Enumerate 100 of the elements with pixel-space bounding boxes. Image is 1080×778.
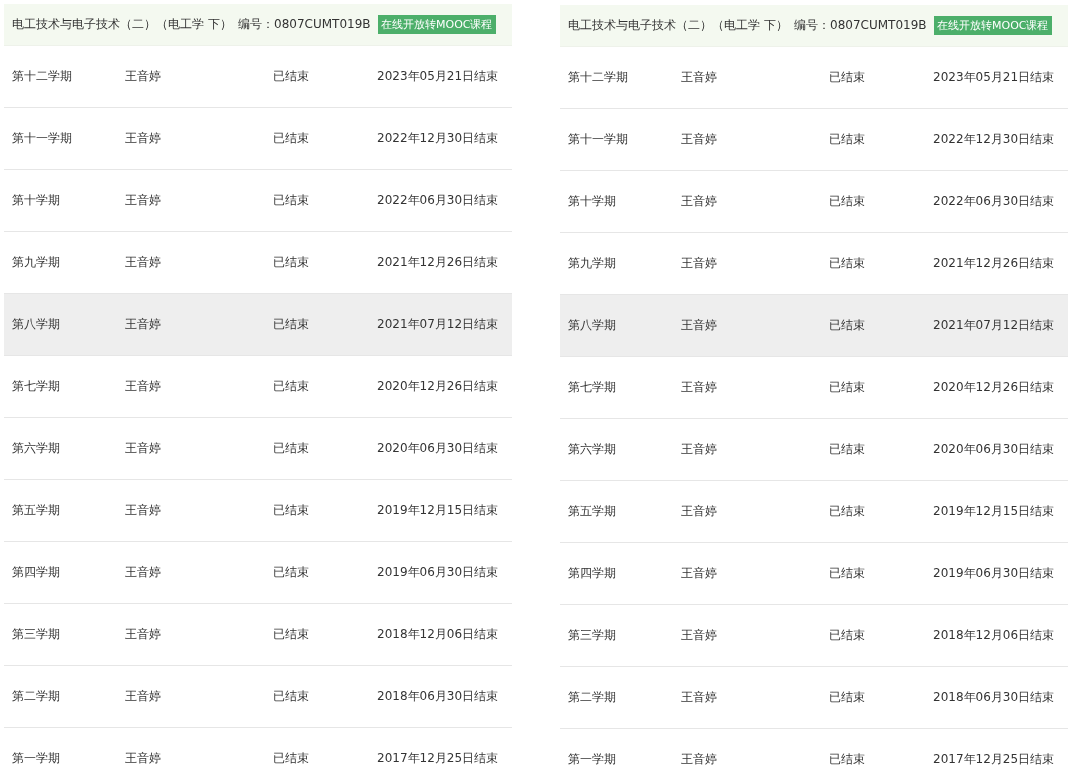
term-row[interactable]: 第六学期 王音婷 已结束 2020年06月30日结束 — [4, 418, 512, 480]
end-date: 2020年12月26日结束 — [933, 379, 1055, 396]
end-date: 2021年07月12日结束 — [377, 316, 499, 333]
term-name: 第十一学期 — [568, 131, 629, 148]
end-date: 2020年06月30日结束 — [377, 440, 499, 457]
term-name: 第十二学期 — [12, 68, 73, 85]
teacher-name: 王音婷 — [681, 69, 718, 86]
term-name: 第三学期 — [568, 627, 617, 644]
term-row[interactable]: 第三学期 王音婷 已结束 2018年12月06日结束 — [560, 605, 1068, 667]
term-status: 已结束 — [829, 193, 866, 210]
teacher-name: 王音婷 — [125, 440, 162, 457]
teacher-name: 王音婷 — [125, 68, 162, 85]
term-name: 第六学期 — [12, 440, 61, 457]
term-row[interactable]: 第二学期 王音婷 已结束 2018年06月30日结束 — [4, 666, 512, 728]
term-status: 已结束 — [829, 131, 866, 148]
teacher-name: 王音婷 — [681, 379, 718, 396]
term-name: 第七学期 — [12, 378, 61, 395]
term-row[interactable]: 第十学期 王音婷 已结束 2022年06月30日结束 — [4, 170, 512, 232]
term-name: 第四学期 — [12, 564, 61, 581]
end-date: 2022年12月30日结束 — [377, 130, 499, 147]
mooc-tag: 在线开放转MOOC课程 — [934, 16, 1052, 35]
term-name: 第一学期 — [12, 750, 61, 767]
term-row[interactable]: 第十一学期 王音婷 已结束 2022年12月30日结束 — [4, 108, 512, 170]
term-row[interactable]: 第四学期 王音婷 已结束 2019年06月30日结束 — [560, 543, 1068, 605]
teacher-name: 王音婷 — [125, 626, 162, 643]
term-row[interactable]: 第一学期 王音婷 已结束 2017年12月25日结束 — [4, 728, 512, 778]
teacher-name: 王音婷 — [681, 255, 718, 272]
teacher-name: 王音婷 — [125, 378, 162, 395]
term-row[interactable]: 第七学期 王音婷 已结束 2020年12月26日结束 — [560, 357, 1068, 419]
term-status: 已结束 — [829, 255, 866, 272]
term-status: 已结束 — [273, 688, 310, 705]
term-row[interactable]: 第十学期 王音婷 已结束 2022年06月30日结束 — [560, 171, 1068, 233]
term-name: 第八学期 — [12, 316, 61, 333]
term-row[interactable]: 第十二学期 王音婷 已结束 2023年05月21日结束 — [560, 47, 1068, 109]
teacher-name: 王音婷 — [681, 503, 718, 520]
mooc-tag: 在线开放转MOOC课程 — [378, 15, 496, 34]
teacher-name: 王音婷 — [125, 316, 162, 333]
teacher-name: 王音婷 — [681, 627, 718, 644]
teacher-name: 王音婷 — [125, 750, 162, 767]
term-row[interactable]: 第十二学期 王音婷 已结束 2023年05月21日结束 — [4, 46, 512, 108]
term-row[interactable]: 第一学期 王音婷 已结束 2017年12月25日结束 — [560, 729, 1068, 778]
teacher-name: 王音婷 — [681, 689, 718, 706]
term-row[interactable]: 第三学期 王音婷 已结束 2018年12月06日结束 — [4, 604, 512, 666]
term-name: 第十学期 — [12, 192, 61, 209]
end-date: 2023年05月21日结束 — [933, 69, 1055, 86]
term-name: 第七学期 — [568, 379, 617, 396]
term-name: 第十二学期 — [568, 69, 629, 86]
teacher-name: 王音婷 — [681, 131, 718, 148]
term-status: 已结束 — [273, 440, 310, 457]
term-row[interactable]: 第五学期 王音婷 已结束 2019年12月15日结束 — [4, 480, 512, 542]
term-status: 已结束 — [273, 626, 310, 643]
course-code: 编号：0807CUMT019B — [238, 16, 372, 33]
end-date: 2020年06月30日结束 — [933, 441, 1055, 458]
teacher-name: 王音婷 — [125, 688, 162, 705]
end-date: 2019年12月15日结束 — [933, 503, 1055, 520]
term-status: 已结束 — [273, 130, 310, 147]
end-date: 2019年06月30日结束 — [933, 565, 1055, 582]
end-date: 2022年06月30日结束 — [933, 193, 1055, 210]
term-row[interactable]: 第八学期 王音婷 已结束 2021年07月12日结束 — [4, 294, 512, 356]
end-date: 2021年12月26日结束 — [933, 255, 1055, 272]
term-name: 第三学期 — [12, 626, 61, 643]
end-date: 2022年06月30日结束 — [377, 192, 499, 209]
teacher-name: 王音婷 — [681, 565, 718, 582]
course-title: 电工技术与电子技术（二）（电工学 下） — [568, 17, 789, 34]
teacher-name: 王音婷 — [125, 130, 162, 147]
term-status: 已结束 — [829, 751, 866, 768]
course-title: 电工技术与电子技术（二）（电工学 下） — [12, 16, 233, 33]
end-date: 2021年07月12日结束 — [933, 317, 1055, 334]
term-name: 第十学期 — [568, 193, 617, 210]
term-status: 已结束 — [829, 627, 866, 644]
end-date: 2019年06月30日结束 — [377, 564, 499, 581]
term-row[interactable]: 第六学期 王音婷 已结束 2020年06月30日结束 — [560, 419, 1068, 481]
term-name: 第二学期 — [12, 688, 61, 705]
term-row[interactable]: 第二学期 王音婷 已结束 2018年06月30日结束 — [560, 667, 1068, 729]
teacher-name: 王音婷 — [681, 441, 718, 458]
term-name: 第九学期 — [568, 255, 617, 272]
end-date: 2019年12月15日结束 — [377, 502, 499, 519]
term-status: 已结束 — [273, 378, 310, 395]
term-row[interactable]: 第八学期 王音婷 已结束 2021年07月12日结束 — [560, 295, 1068, 357]
teacher-name: 王音婷 — [125, 192, 162, 209]
term-status: 已结束 — [273, 192, 310, 209]
term-status: 已结束 — [273, 254, 310, 271]
term-name: 第六学期 — [568, 441, 617, 458]
end-date: 2018年06月30日结束 — [377, 688, 499, 705]
term-status: 已结束 — [829, 317, 866, 334]
term-name: 第五学期 — [12, 502, 61, 519]
end-date: 2021年12月26日结束 — [377, 254, 499, 271]
term-name: 第二学期 — [568, 689, 617, 706]
term-status: 已结束 — [273, 502, 310, 519]
teacher-name: 王音婷 — [125, 502, 162, 519]
term-name: 第四学期 — [568, 565, 617, 582]
term-name: 第一学期 — [568, 751, 617, 768]
term-row[interactable]: 第四学期 王音婷 已结束 2019年06月30日结束 — [4, 542, 512, 604]
term-status: 已结束 — [273, 750, 310, 767]
term-status: 已结束 — [829, 503, 866, 520]
term-row[interactable]: 第十一学期 王音婷 已结束 2022年12月30日结束 — [560, 109, 1068, 171]
term-status: 已结束 — [829, 441, 866, 458]
end-date: 2017年12月25日结束 — [377, 750, 499, 767]
term-row[interactable]: 第五学期 王音婷 已结束 2019年12月15日结束 — [560, 481, 1068, 543]
term-row[interactable]: 第七学期 王音婷 已结束 2020年12月26日结束 — [4, 356, 512, 418]
